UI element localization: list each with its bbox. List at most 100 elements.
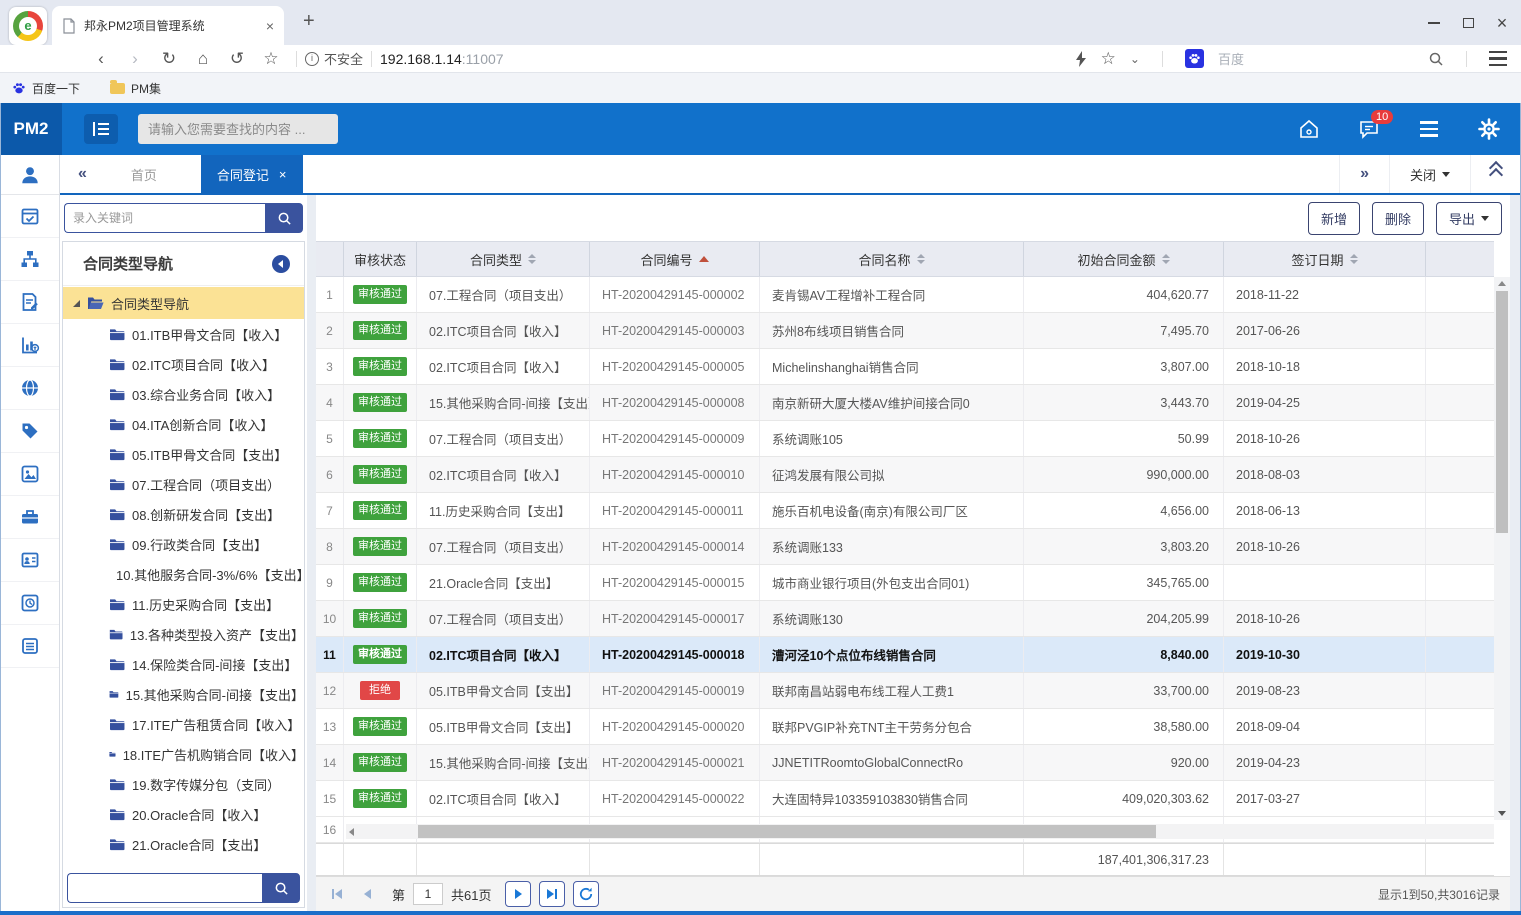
home-icon[interactable]: [1297, 117, 1321, 141]
search-icon[interactable]: [1428, 51, 1444, 67]
tree-item[interactable]: 11.历史采购合同【支出】: [63, 589, 304, 619]
vertical-scrollbar[interactable]: [1494, 277, 1510, 820]
window-maximize-button[interactable]: [1451, 0, 1485, 45]
rail-org-chart-icon[interactable]: [0, 238, 59, 281]
tab-close-icon[interactable]: ×: [279, 167, 287, 182]
tree-item[interactable]: 15.其他采购合同-间接【支出】: [63, 679, 304, 709]
table-row[interactable]: 10审核通过07.工程合同（项目支出）HT-20200429145-000017…: [316, 601, 1494, 637]
tree-item[interactable]: 14.保险类合同-间接【支出】: [63, 649, 304, 679]
address-search-placeholder[interactable]: 百度: [1218, 49, 1244, 68]
export-button[interactable]: 导出: [1436, 202, 1502, 235]
tree-footer-search-input[interactable]: [67, 873, 262, 903]
scroll-up-icon[interactable]: [1498, 281, 1506, 286]
column-header[interactable]: 预估合: [1426, 242, 1494, 276]
delete-button[interactable]: 删除: [1372, 202, 1424, 235]
refresh-icon[interactable]: ↻: [152, 50, 186, 67]
table-row[interactable]: 11审核通过02.ITC项目合同【收入】HT-20200429145-00001…: [316, 637, 1494, 673]
close-tabs-menu[interactable]: 关闭: [1389, 155, 1470, 193]
table-row[interactable]: 3审核通过02.ITC项目合同【收入】HT-20200429145-000005…: [316, 349, 1494, 385]
url-host[interactable]: 192.168.1.14: [380, 51, 462, 67]
scroll-left-icon[interactable]: [349, 828, 354, 836]
column-header[interactable]: 合同类型: [417, 242, 590, 276]
column-header[interactable]: 合同名称: [760, 242, 1024, 276]
add-button[interactable]: 新增: [1308, 202, 1360, 235]
global-search-input[interactable]: [138, 114, 338, 144]
table-row[interactable]: 13审核通过05.ITB甲骨文合同【支出】HT-20200429145-0000…: [316, 709, 1494, 745]
forward-icon[interactable]: ›: [118, 50, 152, 67]
security-label[interactable]: 不安全: [324, 49, 363, 68]
rail-briefcase-icon[interactable]: [0, 496, 59, 539]
column-header[interactable]: 签订日期: [1224, 242, 1426, 276]
tree-item[interactable]: 01.ITB甲骨文合同【收入】: [63, 319, 304, 349]
tree-item[interactable]: 10.其他服务合同-3%/6%【支出】: [63, 559, 304, 589]
rail-list-icon[interactable]: [0, 625, 59, 668]
scroll-down-icon[interactable]: [1498, 811, 1506, 816]
tree-item[interactable]: 03.综合业务合同【收入】: [63, 379, 304, 409]
table-row[interactable]: 12拒绝05.ITB甲骨文合同【支出】HT-20200429145-000019…: [316, 673, 1494, 709]
tree-item[interactable]: 21.Oracle合同【支出】: [63, 829, 304, 859]
tab-close-icon[interactable]: ×: [266, 18, 274, 34]
settings-gear-icon[interactable]: [1477, 117, 1501, 141]
tree-item[interactable]: 17.ITE广告租赁合同【收入】: [63, 709, 304, 739]
next-page-button[interactable]: [505, 881, 531, 907]
collapse-up-icon[interactable]: [1470, 155, 1521, 193]
rail-user-icon[interactable]: [0, 155, 59, 195]
browser-menu-icon[interactable]: [1489, 51, 1507, 66]
last-page-button[interactable]: [539, 881, 565, 907]
rail-finance-chart-icon[interactable]: [0, 324, 59, 367]
apps-menu-icon[interactable]: [1417, 117, 1441, 141]
window-minimize-button[interactable]: [1417, 0, 1451, 45]
table-row[interactable]: 7审核通过11.历史采购合同【支出】HT-20200429145-000011施…: [316, 493, 1494, 529]
rail-archive-icon[interactable]: [0, 582, 59, 625]
tab-home[interactable]: 首页: [105, 165, 183, 184]
messages-icon[interactable]: 10: [1357, 117, 1381, 141]
table-row[interactable]: 15审核通过02.ITC项目合同【收入】HT-20200429145-00002…: [316, 781, 1494, 817]
tree-item[interactable]: 09.行政类合同【支出】: [63, 529, 304, 559]
tree-item[interactable]: 07.工程合同（项目支出）: [63, 469, 304, 499]
undo-icon[interactable]: ↺: [220, 50, 254, 67]
tree-search-input[interactable]: [64, 203, 265, 233]
column-header[interactable]: 初始合同金额: [1024, 242, 1224, 276]
rail-tag-icon[interactable]: [0, 410, 59, 453]
table-row[interactable]: 14审核通过15.其他采购合同-间接【支出】HT-20200429145-000…: [316, 745, 1494, 781]
rail-id-card-icon[interactable]: [0, 539, 59, 582]
panel-collapse-icon[interactable]: [272, 255, 290, 273]
tree-search-button[interactable]: [265, 203, 303, 233]
column-header[interactable]: 合同编号: [590, 242, 760, 276]
tree-item[interactable]: 18.ITE广告机购销合同【收入】: [63, 739, 304, 769]
favorite-star-icon[interactable]: ☆: [1101, 50, 1116, 67]
prev-page-button[interactable]: [356, 889, 378, 899]
site-info-icon[interactable]: i: [305, 52, 319, 66]
bookmark-star-icon[interactable]: ☆: [254, 50, 288, 67]
tree-item[interactable]: 20.Oracle合同【收入】: [63, 799, 304, 829]
scrollbar-thumb[interactable]: [1496, 291, 1508, 533]
back-icon[interactable]: ‹: [84, 50, 118, 67]
tree-root-node[interactable]: 合同类型导航: [63, 287, 304, 319]
rail-contract-edit-icon[interactable]: [0, 281, 59, 324]
chevron-down-icon[interactable]: ⌄: [1130, 52, 1140, 66]
table-row[interactable]: 5审核通过07.工程合同（项目支出）HT-20200429145-000009系…: [316, 421, 1494, 457]
url-port[interactable]: :11007: [462, 51, 504, 67]
app-logo[interactable]: PM2: [0, 103, 62, 155]
tree-item[interactable]: 04.ITA创新合同【收入】: [63, 409, 304, 439]
bookmark-folder-pm[interactable]: PM集: [110, 80, 161, 97]
rail-schedule-icon[interactable]: [0, 195, 59, 238]
new-tab-button[interactable]: +: [303, 10, 315, 33]
page-number-input[interactable]: [413, 883, 443, 905]
rail-image-icon[interactable]: [0, 453, 59, 496]
baidu-logo-icon[interactable]: [1185, 49, 1204, 68]
browser-tab[interactable]: 邦永PM2项目管理系统 ×: [52, 6, 284, 45]
browser-logo-icon[interactable]: e: [9, 7, 47, 45]
table-row[interactable]: 8审核通过07.工程合同（项目支出）HT-20200429145-000014系…: [316, 529, 1494, 565]
home-icon[interactable]: ⌂: [186, 50, 220, 67]
table-row[interactable]: 2审核通过02.ITC项目合同【收入】HT-20200429145-000003…: [316, 313, 1494, 349]
tab-contract-register[interactable]: 合同登记 ×: [201, 155, 303, 193]
scrollbar-thumb[interactable]: [418, 825, 1156, 838]
expander-icon[interactable]: [73, 300, 80, 307]
lightning-icon[interactable]: [1075, 51, 1087, 67]
sidebar-toggle-button[interactable]: [84, 114, 118, 144]
table-row[interactable]: 4审核通过15.其他采购合同-间接【支出】HT-20200429145-0000…: [316, 385, 1494, 421]
horizontal-scrollbar[interactable]: [346, 824, 1494, 839]
tree-item[interactable]: 08.创新研发合同【支出】: [63, 499, 304, 529]
tree-item[interactable]: 13.各种类型投入资产【支出】: [63, 619, 304, 649]
